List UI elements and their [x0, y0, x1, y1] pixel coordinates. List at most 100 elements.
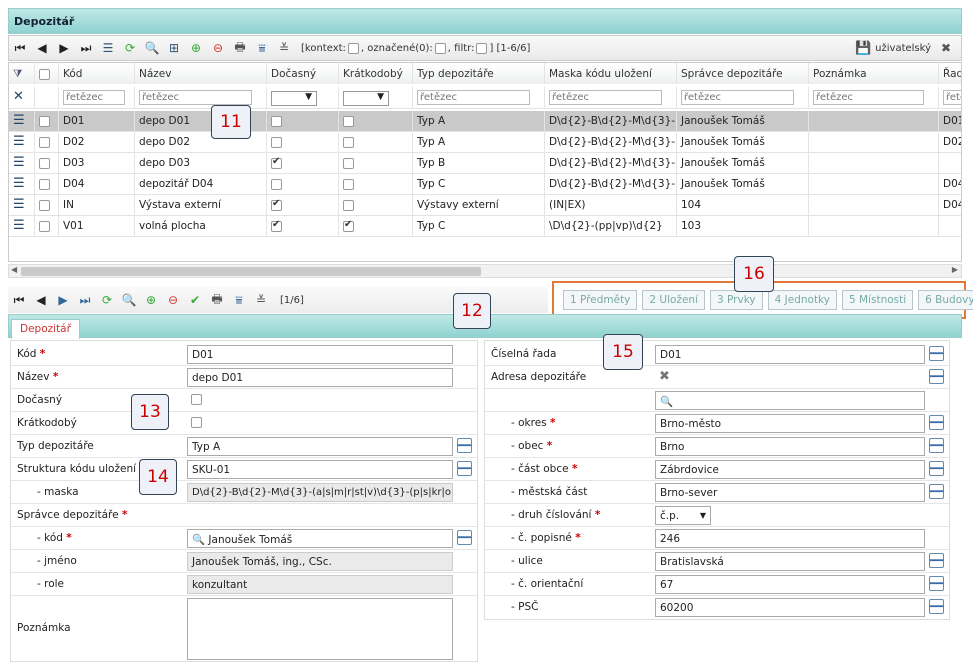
- detail-first-icon[interactable]: ⏮: [8, 290, 30, 310]
- delete-record-icon[interactable]: ⊖: [207, 38, 229, 58]
- address-clear-icon[interactable]: ✖: [659, 369, 670, 384]
- kratkodoby-checkbox[interactable]: [343, 219, 354, 232]
- kratkodoby-checkbox[interactable]: [343, 178, 354, 190]
- row-menu-cell[interactable]: ☰: [9, 174, 35, 195]
- nazev-field[interactable]: depo D01: [187, 368, 453, 387]
- spravce-kod-field[interactable]: 🔍 Janoušek Tomáš: [187, 529, 453, 548]
- marked-checkbox[interactable]: [434, 42, 446, 54]
- list-view-icon[interactable]: ☰: [97, 38, 119, 58]
- tools-icon[interactable]: ✖: [935, 38, 957, 58]
- scroll-right-icon[interactable]: ▶: [952, 265, 958, 274]
- kratkodoby-checkbox[interactable]: [343, 115, 354, 127]
- link-prvky[interactable]: 3 Prvky: [710, 290, 763, 310]
- docasny-checkbox[interactable]: [191, 394, 202, 405]
- obec-lookup-icon[interactable]: [929, 438, 944, 453]
- struktura-field[interactable]: SKU-01: [187, 460, 453, 479]
- filter-kod-input[interactable]: [63, 90, 125, 105]
- docasny-checkbox[interactable]: [271, 198, 282, 211]
- kratkodoby-checkbox[interactable]: [343, 199, 354, 211]
- select-all-cell[interactable]: [35, 63, 59, 84]
- psc-lookup-icon[interactable]: [929, 599, 944, 614]
- header-kratkodoby[interactable]: Krátkodobý: [339, 63, 413, 84]
- column-filter-icon[interactable]: ⧩: [9, 63, 35, 84]
- row-menu-icon[interactable]: ☰: [13, 134, 25, 149]
- docasny-checkbox[interactable]: [271, 115, 282, 127]
- filter-typ-input[interactable]: [417, 90, 531, 105]
- detail-next-icon[interactable]: ▶: [52, 290, 74, 310]
- orient-field[interactable]: 67: [655, 575, 925, 594]
- tab-depozitar[interactable]: Depozitář: [11, 319, 80, 339]
- kratkodoby-checkbox[interactable]: [343, 136, 354, 148]
- table-row[interactable]: ☰ V01volná plocha Typ C\D\d{2}-(pp|vp)\d{2…: [9, 216, 961, 237]
- filter-maska-input[interactable]: [549, 90, 663, 105]
- tree-view-icon[interactable]: ⊞: [163, 38, 185, 58]
- poznamka-textarea[interactable]: [187, 598, 453, 660]
- ulice-field[interactable]: Bratislavská: [655, 552, 925, 571]
- detail-print-icon[interactable]: 🖶: [206, 290, 228, 310]
- row-menu-cell[interactable]: ☰: [9, 111, 35, 132]
- detail-add-icon[interactable]: ⊕: [140, 290, 162, 310]
- docasny-checkbox[interactable]: [271, 219, 282, 232]
- header-typ[interactable]: Typ depozitáře: [413, 63, 545, 84]
- address-search-field[interactable]: 🔍: [655, 391, 925, 410]
- row-menu-cell[interactable]: ☰: [9, 195, 35, 216]
- refresh-icon[interactable]: ⟳: [119, 38, 141, 58]
- row-menu-icon[interactable]: ☰: [13, 176, 25, 191]
- header-maska[interactable]: Maska kódu uložení: [545, 63, 677, 84]
- filter-rada-input[interactable]: [943, 90, 961, 105]
- scrollbar-thumb[interactable]: [21, 267, 481, 276]
- row-menu-icon[interactable]: ☰: [13, 113, 25, 128]
- table-row[interactable]: ☰ D04 depozitář D04 Typ C D\d{2}-B\d{2}-M\d{…: [9, 174, 961, 195]
- docasny-checkbox[interactable]: [271, 136, 282, 148]
- print-icon[interactable]: 🖶: [229, 38, 251, 58]
- detail-filter-icon[interactable]: ⩸: [228, 290, 250, 310]
- next-record-icon[interactable]: ▶: [53, 38, 75, 58]
- rada-lookup-icon[interactable]: [929, 346, 944, 361]
- add-record-icon[interactable]: ⊕: [185, 38, 207, 58]
- mestska-field[interactable]: Brno-sever: [655, 483, 925, 502]
- filter-poznamka-input[interactable]: [813, 90, 925, 105]
- filter-spravce-input[interactable]: [681, 90, 795, 105]
- link-predmety[interactable]: 1 Předměty: [563, 290, 638, 310]
- detail-last-icon[interactable]: ⏭: [74, 290, 96, 310]
- detail-delete-icon[interactable]: ⊖: [162, 290, 184, 310]
- filter-checkbox[interactable]: [476, 42, 488, 54]
- adresa-lookup-icon[interactable]: [929, 369, 944, 384]
- link-mistnosti[interactable]: 5 Místnosti: [841, 290, 914, 310]
- table-row[interactable]: ☰ D03depo D03 Typ BD\d{2}-B\d{2}-M\d{3}-(a…: [9, 153, 961, 174]
- grid-horizontal-scrollbar[interactable]: ◀ ▶: [8, 264, 962, 278]
- scroll-left-icon[interactable]: ◀: [11, 265, 17, 274]
- select-all-checkbox[interactable]: [39, 68, 50, 80]
- okres-lookup-icon[interactable]: [929, 415, 944, 430]
- row-menu-icon[interactable]: ☰: [13, 155, 25, 170]
- link-budovy[interactable]: 6 Budovy: [918, 290, 973, 310]
- row-menu-cell[interactable]: ☰: [9, 132, 35, 153]
- row-select-checkbox[interactable]: [39, 220, 50, 232]
- typ-field[interactable]: Typ A: [187, 437, 453, 456]
- detail-search-icon[interactable]: 🔍: [118, 290, 140, 310]
- typ-lookup-icon[interactable]: [457, 438, 472, 453]
- clear-filters-icon[interactable]: ✕: [9, 87, 35, 108]
- row-select-checkbox[interactable]: [39, 157, 50, 169]
- popisne-field[interactable]: 246: [655, 529, 925, 548]
- kod-field[interactable]: D01: [187, 345, 453, 364]
- table-row[interactable]: ☰D02depo D02Typ AD\d{2}-B\d{2}-M\d{3}-(a…: [9, 132, 961, 153]
- spravce-lookup-icon[interactable]: [457, 530, 472, 545]
- filter-nazev-input[interactable]: [139, 90, 253, 105]
- link-ulozeni[interactable]: 2 Uložení: [642, 290, 705, 310]
- row-select-checkbox[interactable]: [39, 199, 50, 211]
- docasny-checkbox[interactable]: [271, 156, 282, 169]
- ulice-lookup-icon[interactable]: [929, 553, 944, 568]
- detail-refresh-icon[interactable]: ⟳: [96, 290, 118, 310]
- header-poznamka[interactable]: Poznámka: [809, 63, 939, 84]
- mestska-lookup-icon[interactable]: [929, 484, 944, 499]
- row-menu-cell[interactable]: ☰: [9, 216, 35, 237]
- link-jednotky[interactable]: 4 Jednotky: [767, 290, 837, 310]
- kratkodoby-checkbox[interactable]: [343, 157, 354, 169]
- detail-clear-filter-icon[interactable]: ≚: [250, 290, 272, 310]
- okres-field[interactable]: Brno-město: [655, 414, 925, 433]
- row-select-checkbox[interactable]: [39, 178, 50, 190]
- filter-kratkodoby-select[interactable]: ▼: [343, 91, 389, 106]
- orient-lookup-icon[interactable]: [929, 576, 944, 591]
- header-docasny[interactable]: Dočasný: [267, 63, 339, 84]
